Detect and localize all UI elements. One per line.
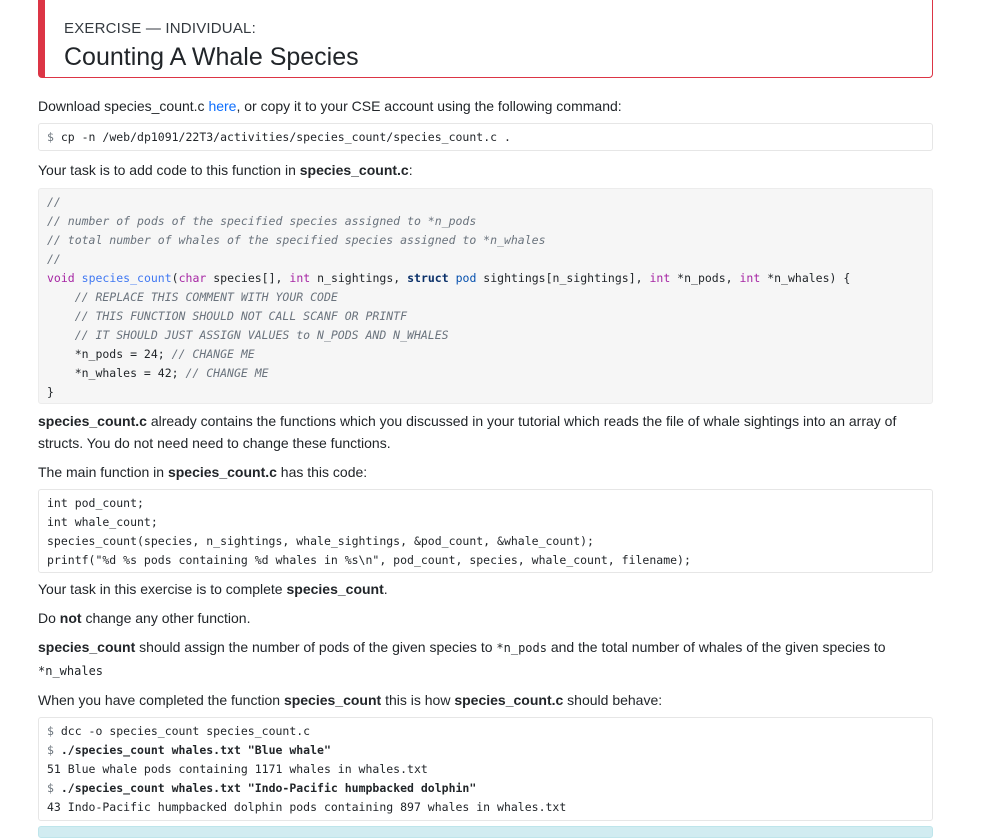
copy-command-line: $ cp -n /web/dp1091/22T3/activities/spec… xyxy=(47,128,924,147)
code-assign-whales: *n_whales = 42; // CHANGE ME xyxy=(47,364,924,383)
session-command-line: $ ./species_count whales.txt "Blue whale… xyxy=(47,741,924,760)
code-param: species[], xyxy=(206,271,290,285)
code-comment-line: // number of pods of the specified speci… xyxy=(47,214,477,228)
complete-period: . xyxy=(383,581,388,597)
shell-prompt: $ xyxy=(47,743,54,757)
exercise-header: EXERCISE — INDIVIDUAL: Counting A Whale … xyxy=(38,0,933,78)
assign-description-paragraph: species_count should assign the number o… xyxy=(38,636,933,682)
download-paragraph: Download species_count.c here, or copy i… xyxy=(38,95,933,117)
copy-command: cp -n /web/dp1091/22T3/activities/specie… xyxy=(53,130,511,144)
donot-text: Do xyxy=(38,610,60,626)
session-command: dcc -o species_count species_count.c xyxy=(53,724,311,738)
session-command-line: $ dcc -o species_count species_count.c xyxy=(47,722,924,741)
session-command: ./species_count whales.txt "Indo-Pacific… xyxy=(53,781,477,795)
keyword-void: void xyxy=(47,271,75,285)
already-paragraph: species_count.c already contains the fun… xyxy=(38,410,933,454)
code-comment-line: // xyxy=(47,252,61,266)
behave-filename: species_count.c xyxy=(454,692,564,708)
code-param: n_sightings, xyxy=(310,271,408,285)
keyword-struct: struct xyxy=(407,271,449,285)
inline-code-n-pods: *n_pods xyxy=(496,641,547,655)
code-param: *n_pods, xyxy=(670,271,740,285)
code-punct: ( xyxy=(171,271,179,285)
main-intro-after: has this code: xyxy=(276,464,368,480)
already-filename: species_count.c xyxy=(38,413,147,429)
download-text-after: , or copy it to your CSE account using t… xyxy=(236,98,622,114)
session-output-line: 43 Indo-Pacific humpbacked dolphin pods … xyxy=(47,800,567,814)
behave-function-name: species_count xyxy=(283,692,382,708)
keyword-int: int xyxy=(289,271,311,285)
exercise-title: Counting A Whale Species xyxy=(64,43,359,71)
donot-emphasis: not xyxy=(59,610,82,626)
main-code-block: int pod_count; int whale_count; species_… xyxy=(38,489,933,573)
code-inline-comment: // CHANGE ME xyxy=(185,366,269,380)
keyword-int: int xyxy=(649,271,671,285)
main-code-line: int whale_count; xyxy=(47,515,158,529)
main-code-line: species_count(species, n_sightings, whal… xyxy=(47,534,594,548)
complete-paragraph: Your task in this exercise is to complet… xyxy=(38,578,933,600)
inline-code-n-whales: *n_whales xyxy=(38,664,104,678)
exercise-kicker: EXERCISE — INDIVIDUAL: xyxy=(64,20,256,37)
code-param: *n_whales) { xyxy=(760,271,851,285)
task-intro-filename: species_count.c xyxy=(299,162,409,178)
behave-text: When you have completed the function xyxy=(38,692,284,708)
behave-text-after: should behave: xyxy=(563,692,663,708)
main-intro-paragraph: The main function in species_count.c has… xyxy=(38,461,933,483)
complete-function-name: species_count xyxy=(286,581,384,597)
session-command: ./species_count whales.txt "Blue whale" xyxy=(53,743,331,757)
keyword-int: int xyxy=(739,271,761,285)
code-body-comment: // REPLACE THIS COMMENT WITH YOUR CODE xyxy=(47,290,338,304)
task-intro-text: Your task is to add code to this functio… xyxy=(38,162,300,178)
main-intro-text: The main function in xyxy=(38,464,168,480)
task-intro-colon: : xyxy=(408,162,413,178)
exercise-content: EXERCISE — INDIVIDUAL: Counting A Whale … xyxy=(38,0,933,821)
session-command-line: $ ./species_count whales.txt "Indo-Pacif… xyxy=(47,779,924,798)
code-comment-line: // xyxy=(47,195,61,209)
download-link[interactable]: here xyxy=(208,98,236,114)
code-statement: *n_whales = 42; xyxy=(47,366,186,380)
download-text: Download species_count.c xyxy=(38,98,209,114)
code-param: sightings[n_sightings], xyxy=(476,271,650,285)
already-text: already contains the functions which you… xyxy=(38,413,897,451)
code-assign-pods: *n_pods = 24; // CHANGE ME xyxy=(47,345,924,364)
code-inline-comment: // CHANGE ME xyxy=(171,347,255,361)
session-output-line: 51 Blue whale pods containing 1171 whale… xyxy=(47,762,428,776)
donot-text-after: change any other function. xyxy=(81,610,251,626)
code-comment-line: // total number of whales of the specifi… xyxy=(47,233,546,247)
info-alert-bar xyxy=(38,826,933,838)
behave-paragraph: When you have completed the function spe… xyxy=(38,689,933,711)
assign-text: should assign the number of pods of the … xyxy=(135,639,497,655)
task-intro-paragraph: Your task is to add code to this functio… xyxy=(38,159,933,181)
terminal-session-block: $ dcc -o species_count species_count.c $… xyxy=(38,717,933,821)
assign-function-name: species_count xyxy=(38,639,136,655)
code-statement: *n_pods = 24; xyxy=(47,347,172,361)
main-code-line: printf("%d %s pods containing %d whales … xyxy=(47,553,691,567)
behave-text-mid: this is how xyxy=(381,692,455,708)
code-body-comment: // IT SHOULD JUST ASSIGN VALUES to N_POD… xyxy=(47,328,449,342)
shell-prompt: $ xyxy=(47,724,54,738)
main-intro-filename: species_count.c xyxy=(167,464,277,480)
type-pod: pod xyxy=(455,271,477,285)
function-signature-line: void species_count(char species[], int n… xyxy=(47,269,924,288)
code-closing-brace: } xyxy=(47,385,54,399)
copy-command-box: $ cp -n /web/dp1091/22T3/activities/spec… xyxy=(38,123,933,151)
shell-prompt: $ xyxy=(47,781,54,795)
function-code-block: // // number of pods of the specified sp… xyxy=(38,188,933,404)
function-name: species_count xyxy=(81,271,172,285)
keyword-char: char xyxy=(178,271,207,285)
complete-text: Your task in this exercise is to complet… xyxy=(38,581,287,597)
assign-text-2: and the total number of whales of the gi… xyxy=(546,639,886,655)
main-code-line: int pod_count; xyxy=(47,496,144,510)
shell-prompt: $ xyxy=(47,130,54,144)
donot-paragraph: Do not change any other function. xyxy=(38,607,933,629)
code-body-comment: // THIS FUNCTION SHOULD NOT CALL SCANF O… xyxy=(47,309,408,323)
